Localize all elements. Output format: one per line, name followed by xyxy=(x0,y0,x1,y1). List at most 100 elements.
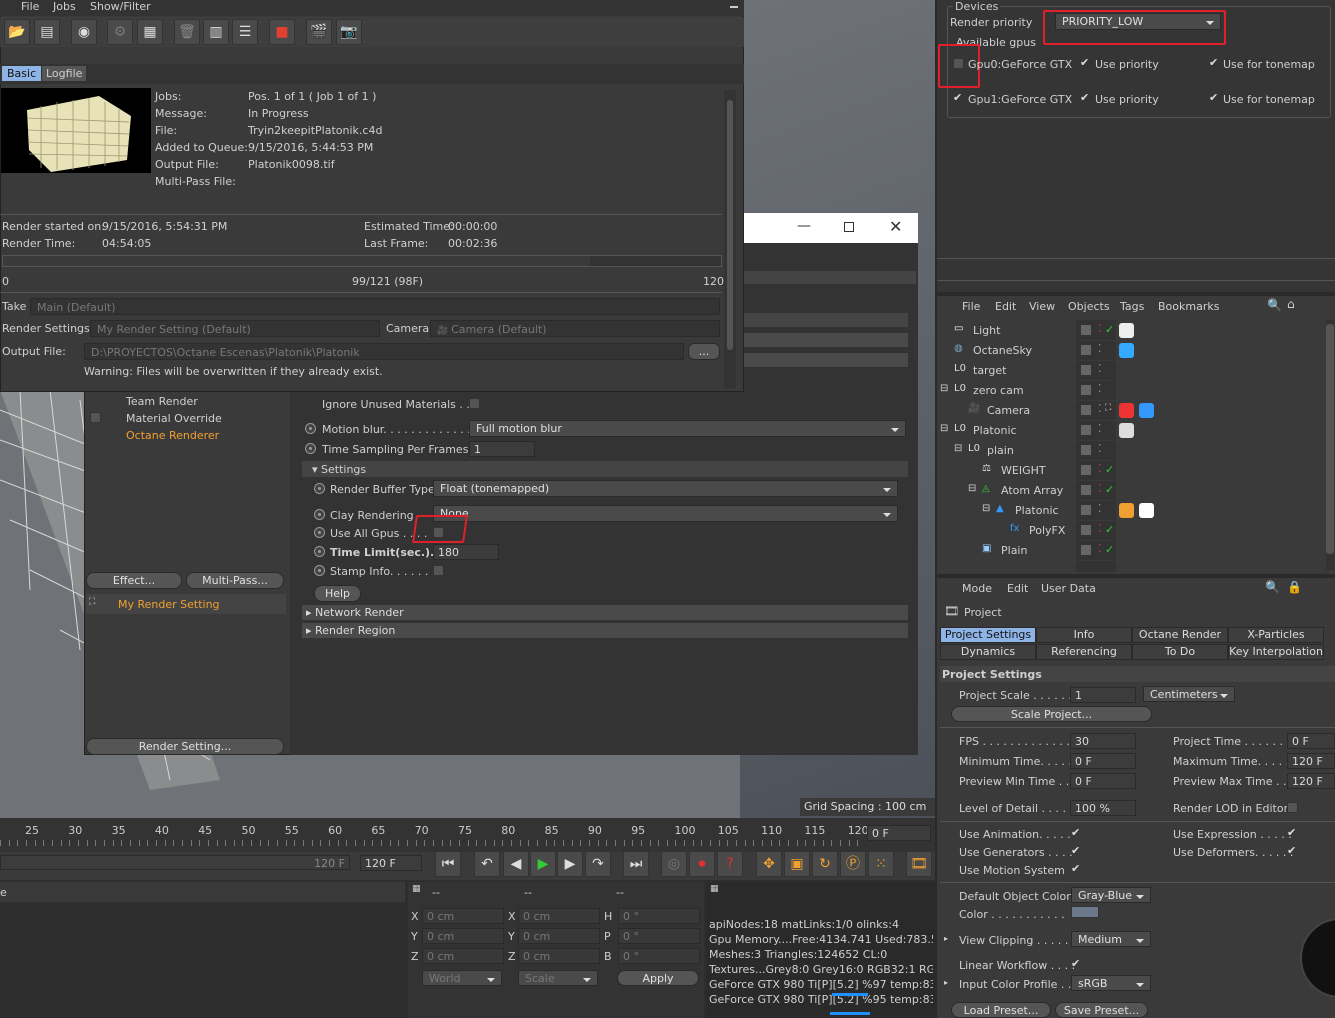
coord-field[interactable]: 0 cm xyxy=(518,928,600,944)
film-icon[interactable]: 🎞 xyxy=(906,851,932,877)
camera-dropdown[interactable]: 🎥 Camera (Default) xyxy=(430,320,720,337)
browse-button[interactable]: ... xyxy=(688,343,720,360)
object-name[interactable]: Platonic xyxy=(1015,504,1059,517)
obj-menu-file[interactable]: File xyxy=(962,300,980,313)
play-icon[interactable]: ▶ xyxy=(530,851,556,877)
visibility-dots-icon[interactable]: ⁚ xyxy=(1098,442,1102,455)
tag-icon[interactable] xyxy=(1119,403,1134,418)
close-icon[interactable]: ✕ xyxy=(889,217,902,236)
delete-icon[interactable]: 🗑 xyxy=(174,19,200,45)
obj-menu-tags[interactable]: Tags xyxy=(1120,300,1144,313)
tab-to-do[interactable]: To Do xyxy=(1132,644,1228,660)
coord-field[interactable]: 0 cm xyxy=(518,908,600,924)
render-lod-checkbox[interactable] xyxy=(1287,802,1298,813)
prev-min-field[interactable]: 0 F xyxy=(1070,773,1136,789)
queue-scrollbar[interactable] xyxy=(724,90,736,388)
time-sampling-field[interactable]: 1 xyxy=(469,441,535,457)
time-sampling-radio[interactable] xyxy=(305,443,316,454)
layer-icon[interactable] xyxy=(1080,324,1092,336)
attr-menu-edit[interactable]: Edit xyxy=(1007,582,1028,595)
enabled-check-icon[interactable]: ✓ xyxy=(1105,463,1114,476)
prev-frame-icon[interactable]: ◀ xyxy=(503,851,529,877)
coord-field[interactable]: 0 ° xyxy=(618,908,700,924)
object-row[interactable]: ◍ OctaneSky ⁚ xyxy=(940,341,1323,361)
add-file-icon[interactable]: ▤ xyxy=(34,19,60,45)
color-swatch[interactable] xyxy=(1071,906,1099,918)
end-frame-slider[interactable]: 120 F xyxy=(0,855,350,870)
lock-icon[interactable]: 🔒 xyxy=(1287,580,1302,594)
tab-dynamics[interactable]: Dynamics xyxy=(940,644,1036,660)
tab-basic[interactable]: Basic xyxy=(2,66,42,81)
record-disabled-icon[interactable]: ◎ xyxy=(661,851,687,877)
coord-field[interactable]: 0 ° xyxy=(618,948,700,964)
output-file-field[interactable]: D:\PROYECTOS\Octane Escenas\Platonik\Pla… xyxy=(84,343,684,360)
use-deformers-check[interactable]: ✔ xyxy=(1287,844,1296,857)
max-time-field[interactable]: 120 F xyxy=(1287,753,1335,769)
coord-field[interactable]: 0 cm xyxy=(422,948,504,964)
use-animation-check[interactable]: ✔ xyxy=(1071,826,1080,839)
record-icon[interactable]: ⏺ xyxy=(689,851,715,877)
clay-dropdown[interactable]: None xyxy=(433,505,898,522)
coord-field[interactable]: 0 ° xyxy=(618,928,700,944)
expand-icon[interactable]: ⊟ xyxy=(982,503,990,514)
profile-expand-icon[interactable]: ▸ xyxy=(944,978,948,987)
fps-field[interactable]: 30 xyxy=(1070,733,1136,749)
object-name[interactable]: plain xyxy=(987,444,1014,457)
next-key-icon[interactable]: ↷ xyxy=(585,851,611,877)
go-end-icon[interactable]: ⏭ xyxy=(623,851,649,877)
render-all-icon[interactable]: ▦ xyxy=(137,19,163,45)
layer-icon[interactable] xyxy=(1080,344,1092,356)
prev-key-icon[interactable]: ↶ xyxy=(474,851,500,877)
object-name[interactable]: Plain xyxy=(1001,544,1027,557)
all-gpus-radio[interactable] xyxy=(314,527,325,538)
project-time-field[interactable]: 0 F xyxy=(1287,733,1335,749)
world-dropdown[interactable]: World xyxy=(422,970,502,986)
visibility-dots-icon[interactable]: ⁚ xyxy=(1098,362,1102,375)
visibility-dots-icon[interactable]: ⁚ xyxy=(1098,422,1102,435)
use-motion-check[interactable]: ✔ xyxy=(1071,862,1080,875)
current-frame-field[interactable]: 0 F xyxy=(867,825,931,841)
object-row[interactable]: ⚖ WEIGHT ⁚ ✓ xyxy=(940,461,1323,481)
next-frame-icon[interactable]: ▶ xyxy=(557,851,583,877)
visibility-dots-icon[interactable]: ⁚ xyxy=(1098,462,1102,475)
tab-octane-render[interactable]: Octane Render xyxy=(1132,627,1228,643)
camera-icon[interactable]: 📷 xyxy=(336,19,362,45)
tab-x-particles[interactable]: X-Particles xyxy=(1228,627,1324,643)
gpu1-checkbox[interactable]: ✔ xyxy=(953,91,962,104)
object-row[interactable]: ⊟ L0 plain ⁚ xyxy=(940,441,1323,461)
coord-field[interactable]: 0 cm xyxy=(422,908,504,924)
home-icon[interactable]: ⌂ xyxy=(1287,297,1295,311)
left-item-octane-renderer[interactable]: Octane Renderer xyxy=(126,429,219,442)
attr-menu-mode[interactable]: Mode xyxy=(962,582,992,595)
stop-icon[interactable]: ■ xyxy=(269,19,295,45)
maximize-icon[interactable] xyxy=(844,222,854,232)
clay-radio[interactable] xyxy=(314,509,325,520)
settings-header[interactable]: ▾ Settings xyxy=(312,463,366,476)
buffer-dropdown[interactable]: Float (tonemapped) xyxy=(433,480,898,497)
stamp-checkbox[interactable] xyxy=(433,565,444,576)
layer-icon[interactable] xyxy=(1080,404,1092,416)
obj-menu-edit[interactable]: Edit xyxy=(995,300,1016,313)
help-button[interactable]: Help xyxy=(314,585,361,602)
coord-field[interactable]: 0 cm xyxy=(518,948,600,964)
visibility-dots-icon[interactable]: ⁚ xyxy=(1098,322,1102,335)
gpu0-tonemap-check[interactable]: ✔ xyxy=(1209,56,1218,69)
layer-icon[interactable] xyxy=(1080,424,1092,436)
pla-key-icon[interactable]: ⁙ xyxy=(868,851,894,877)
expand-icon[interactable]: ⊟ xyxy=(940,383,948,394)
object-row[interactable]: L0 target ⁚ xyxy=(940,361,1323,381)
motion-blur-radio[interactable] xyxy=(305,423,316,434)
window-minimize-icon[interactable] xyxy=(730,6,738,8)
coord-field[interactable]: 0 cm xyxy=(422,928,504,944)
scale-key-icon[interactable]: ▣ xyxy=(784,851,810,877)
render-setting-button[interactable]: Render Setting... xyxy=(86,738,284,755)
scale-project-button[interactable]: Scale Project... xyxy=(951,706,1152,722)
linear-check[interactable]: ✔ xyxy=(1071,957,1080,970)
visibility-dots-icon[interactable]: ⁚ xyxy=(1098,482,1102,495)
gpu0-use-priority-check[interactable]: ✔ xyxy=(1080,56,1089,69)
time-limit-field[interactable]: 180 xyxy=(433,544,499,560)
clipping-dropdown[interactable]: Medium xyxy=(1071,931,1151,947)
object-row[interactable]: ▭ Light ⁚ ✓ xyxy=(940,321,1323,341)
load-preset-button[interactable]: Load Preset... xyxy=(951,1002,1051,1018)
left-item-team-render[interactable]: Team Render xyxy=(126,395,198,408)
